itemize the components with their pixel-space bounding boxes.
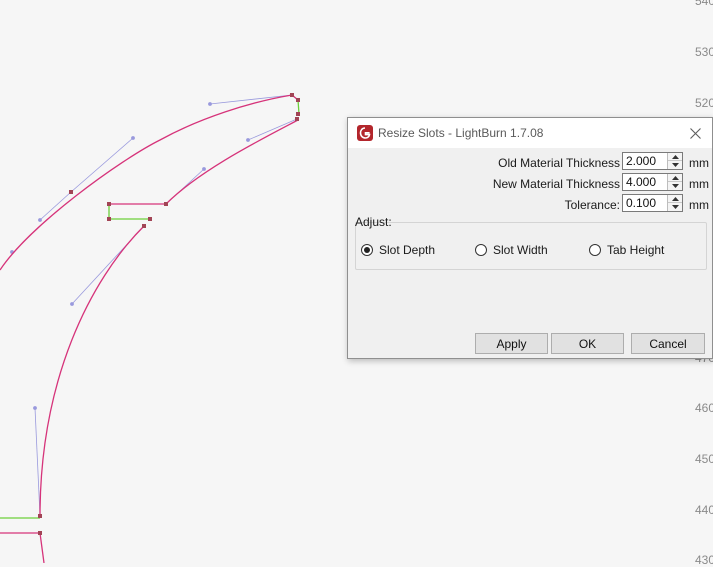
- shape-path[interactable]: [0, 94, 299, 563]
- slot-segments: [0, 99, 300, 519]
- ruler-label: 540: [695, 0, 713, 8]
- spin-arrows[interactable]: [667, 153, 682, 169]
- lightburn-logo-icon: [357, 125, 373, 141]
- spin-up-icon[interactable]: [668, 195, 682, 203]
- tolerance-input[interactable]: [623, 195, 670, 211]
- slot-depth-label[interactable]: Slot Depth: [379, 243, 435, 257]
- dialog-title: Resize Slots - LightBurn 1.7.08: [378, 126, 544, 140]
- old-thickness-row: Old Material Thickness mm: [348, 152, 712, 172]
- bezier-handles: [10, 94, 298, 517]
- radio-circle[interactable]: [475, 244, 487, 256]
- new-thickness-label: New Material Thickness: [492, 177, 620, 191]
- cancel-button[interactable]: Cancel: [631, 333, 705, 354]
- ruler-label: 450: [695, 452, 713, 466]
- resize-slots-dialog: Resize Slots - LightBurn 1.7.08 Old Mate…: [347, 117, 713, 359]
- tolerance-spinbox[interactable]: [622, 194, 683, 212]
- tab-height-radio[interactable]: Tab Height: [589, 242, 664, 258]
- spin-down-icon[interactable]: [668, 182, 682, 190]
- spin-down-icon[interactable]: [668, 161, 682, 169]
- tolerance-label: Tolerance:: [564, 198, 620, 212]
- slot-width-label[interactable]: Slot Width: [493, 243, 548, 257]
- unit-label: mm: [689, 198, 709, 212]
- ruler-label: 520: [695, 96, 713, 110]
- slot-depth-radio[interactable]: Slot Depth: [361, 242, 435, 258]
- ruler-label: 530: [695, 45, 713, 59]
- old-thickness-spinbox[interactable]: [622, 152, 683, 170]
- unit-label: mm: [689, 156, 709, 170]
- spin-arrows[interactable]: [667, 195, 682, 211]
- spin-up-icon[interactable]: [668, 153, 682, 161]
- ruler-label: 460: [695, 401, 713, 415]
- ruler-label: 430: [695, 553, 713, 567]
- radio-circle[interactable]: [589, 244, 601, 256]
- tolerance-row: Tolerance: mm: [348, 194, 712, 214]
- spin-up-icon[interactable]: [668, 174, 682, 182]
- new-thickness-row: New Material Thickness mm: [348, 173, 712, 193]
- unit-label: mm: [689, 177, 709, 191]
- dialog-titlebar[interactable]: Resize Slots - LightBurn 1.7.08: [348, 118, 712, 148]
- apply-button[interactable]: Apply: [475, 333, 548, 354]
- spin-arrows[interactable]: [667, 174, 682, 190]
- old-thickness-label: Old Material Thickness: [498, 156, 620, 170]
- spin-down-icon[interactable]: [668, 203, 682, 211]
- tab-height-label[interactable]: Tab Height: [607, 243, 664, 257]
- ruler-label: 440: [695, 503, 713, 517]
- adjust-label: Adjust:: [355, 215, 392, 229]
- new-thickness-input[interactable]: [623, 174, 670, 190]
- ok-button[interactable]: OK: [551, 333, 624, 354]
- old-thickness-input[interactable]: [623, 153, 670, 169]
- radio-circle[interactable]: [361, 244, 373, 256]
- new-thickness-spinbox[interactable]: [622, 173, 683, 191]
- close-icon: [689, 127, 701, 139]
- close-button[interactable]: [678, 118, 712, 148]
- radio-dot: [364, 247, 370, 253]
- slot-width-radio[interactable]: Slot Width: [475, 242, 548, 258]
- path-nodes: [38, 93, 300, 535]
